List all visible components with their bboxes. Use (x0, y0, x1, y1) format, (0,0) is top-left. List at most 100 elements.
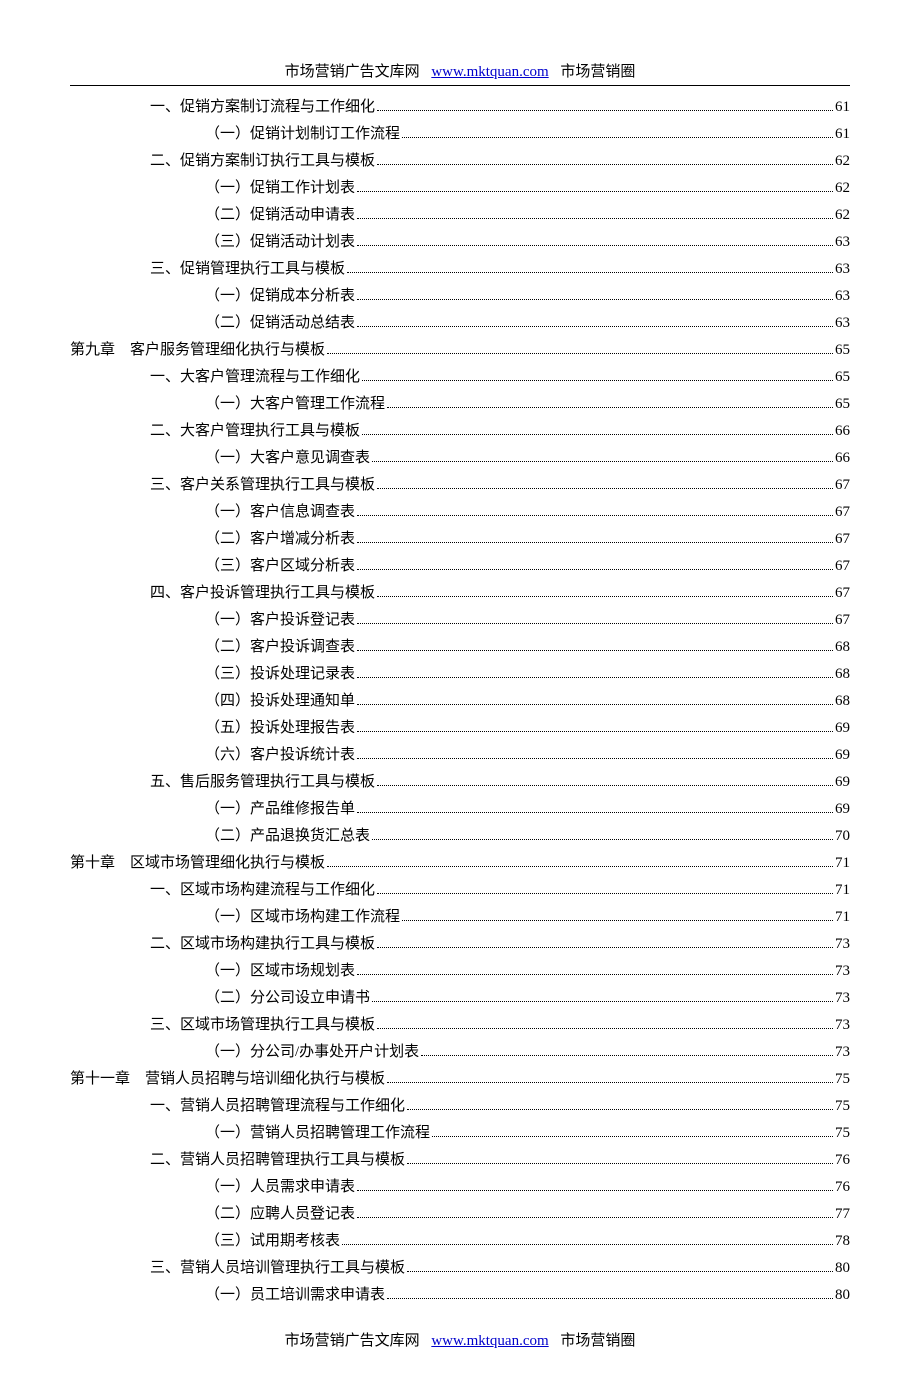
toc-entry: （一）大客户意见调查表 66 (70, 445, 850, 472)
toc-entry-page: 71 (835, 877, 850, 904)
toc-entry: （一）客户信息调查表67 (70, 499, 850, 526)
toc-entry: （一）营销人员招聘管理工作流程75 (70, 1120, 850, 1147)
toc-entry-label: 一、区域市场构建流程与工作细化 (150, 877, 375, 904)
toc-leader-dots (357, 650, 833, 651)
toc-entry-label: 第九章 客户服务管理细化执行与模板 (70, 337, 325, 364)
toc-entry-label: （一）大客户意见调查表 (205, 445, 370, 472)
toc-entry: （一）分公司/办事处开户计划表 73 (70, 1039, 850, 1066)
toc-entry-page: 68 (835, 634, 850, 661)
toc-entry-page: 63 (835, 229, 850, 256)
toc-entry: （二）客户增减分析表67 (70, 526, 850, 553)
toc-entry-label: （三）试用期考核表 (205, 1228, 340, 1255)
header-right-text: 市场营销圈 (560, 64, 635, 80)
toc-entry-label: （三）投诉处理记录表 (205, 661, 355, 688)
toc-entry: （一）产品维修报告单69 (70, 796, 850, 823)
toc-entry: （二）产品退换货汇总表70 (70, 823, 850, 850)
header-link[interactable]: www.mktquan.com (431, 64, 548, 80)
toc-entry: （二）促销活动总结表63 (70, 310, 850, 337)
table-of-contents: 一、促销方案制订流程与工作细化61（一）促销计划制订工作流程61二、促销方案制订… (70, 94, 850, 1309)
toc-entry-page: 76 (835, 1147, 850, 1174)
toc-leader-dots (357, 731, 833, 732)
toc-leader-dots (357, 812, 833, 813)
toc-entry: （三）试用期考核表78 (70, 1228, 850, 1255)
toc-entry-page: 69 (835, 742, 850, 769)
toc-entry-page: 68 (835, 688, 850, 715)
toc-entry-page: 75 (835, 1066, 850, 1093)
toc-entry: （二）分公司设立申请书 73 (70, 985, 850, 1012)
toc-entry: （二）促销活动申请表62 (70, 202, 850, 229)
toc-leader-dots (357, 1217, 833, 1218)
toc-entry-page: 71 (835, 904, 850, 931)
toc-leader-dots (387, 407, 833, 408)
toc-entry-label: （一）员工培训需求申请表 (205, 1282, 385, 1309)
toc-leader-dots (387, 1082, 833, 1083)
toc-entry-page: 65 (835, 337, 850, 364)
toc-entry-label: 一、大客户管理流程与工作细化 (150, 364, 360, 391)
toc-leader-dots (377, 1028, 833, 1029)
toc-entry-label: （一）客户投诉登记表 (205, 607, 355, 634)
toc-leader-dots (372, 1001, 833, 1002)
toc-leader-dots (372, 839, 833, 840)
toc-leader-dots (402, 137, 833, 138)
toc-entry-label: 二、促销方案制订执行工具与模板 (150, 148, 375, 175)
toc-entry: （一）促销工作计划表62 (70, 175, 850, 202)
toc-leader-dots (342, 1244, 833, 1245)
toc-entry-page: 61 (835, 94, 850, 121)
toc-entry-page: 66 (835, 418, 850, 445)
toc-entry-label: 三、区域市场管理执行工具与模板 (150, 1012, 375, 1039)
toc-entry-page: 80 (835, 1255, 850, 1282)
toc-entry-page: 65 (835, 364, 850, 391)
toc-entry-label: （一）分公司/办事处开户计划表 (205, 1039, 419, 1066)
footer-link[interactable]: www.mktquan.com (431, 1333, 548, 1349)
toc-entry: （一）人员需求申请表76 (70, 1174, 850, 1201)
toc-entry-label: （三）促销活动计划表 (205, 229, 355, 256)
toc-entry-page: 62 (835, 148, 850, 175)
toc-entry-page: 73 (835, 985, 850, 1012)
toc-entry-page: 73 (835, 931, 850, 958)
toc-entry: 五、售后服务管理执行工具与模板69 (70, 769, 850, 796)
toc-leader-dots (421, 1055, 833, 1056)
toc-leader-dots (377, 164, 833, 165)
toc-entry: 三、区域市场管理执行工具与模板 73 (70, 1012, 850, 1039)
toc-entry: 二、营销人员招聘管理执行工具与模板76 (70, 1147, 850, 1174)
toc-entry-label: 三、营销人员培训管理执行工具与模板 (150, 1255, 405, 1282)
toc-entry-page: 73 (835, 1012, 850, 1039)
toc-entry: （三）投诉处理记录表68 (70, 661, 850, 688)
toc-entry-page: 75 (835, 1093, 850, 1120)
toc-entry-label: 第十章 区域市场管理细化执行与模板 (70, 850, 325, 877)
toc-entry-label: 二、区域市场构建执行工具与模板 (150, 931, 375, 958)
toc-entry: 三、客户关系管理执行工具与模板67 (70, 472, 850, 499)
toc-entry-page: 66 (835, 445, 850, 472)
toc-entry-page: 73 (835, 958, 850, 985)
toc-leader-dots (357, 677, 833, 678)
toc-leader-dots (357, 191, 833, 192)
toc-leader-dots (432, 1136, 833, 1137)
toc-entry: 四、客户投诉管理执行工具与模板67 (70, 580, 850, 607)
toc-leader-dots (357, 299, 833, 300)
toc-entry: （一）客户投诉登记表 67 (70, 607, 850, 634)
toc-entry-page: 67 (835, 607, 850, 634)
toc-entry: 一、区域市场构建流程与工作细化 71 (70, 877, 850, 904)
toc-entry-page: 77 (835, 1201, 850, 1228)
toc-entry-page: 63 (835, 256, 850, 283)
toc-entry-label: 一、营销人员招聘管理流程与工作细化 (150, 1093, 405, 1120)
toc-entry-label: （二）客户增减分析表 (205, 526, 355, 553)
toc-entry: （三）客户区域分析表67 (70, 553, 850, 580)
toc-leader-dots (357, 623, 833, 624)
toc-entry-label: （一）区域市场规划表 (205, 958, 355, 985)
toc-entry: （六）客户投诉统计表69 (70, 742, 850, 769)
toc-entry: 第九章 客户服务管理细化执行与模板 65 (70, 337, 850, 364)
toc-leader-dots (377, 488, 833, 489)
toc-leader-dots (377, 785, 833, 786)
toc-entry-label: （一）营销人员招聘管理工作流程 (205, 1120, 430, 1147)
toc-leader-dots (357, 326, 833, 327)
toc-entry-page: 69 (835, 769, 850, 796)
toc-entry: （四）投诉处理通知单68 (70, 688, 850, 715)
toc-leader-dots (357, 218, 833, 219)
toc-leader-dots (362, 434, 833, 435)
toc-leader-dots (377, 110, 833, 111)
toc-entry-label: （二）分公司设立申请书 (205, 985, 370, 1012)
toc-leader-dots (327, 353, 833, 354)
toc-entry-label: 四、客户投诉管理执行工具与模板 (150, 580, 375, 607)
toc-entry-page: 70 (835, 823, 850, 850)
